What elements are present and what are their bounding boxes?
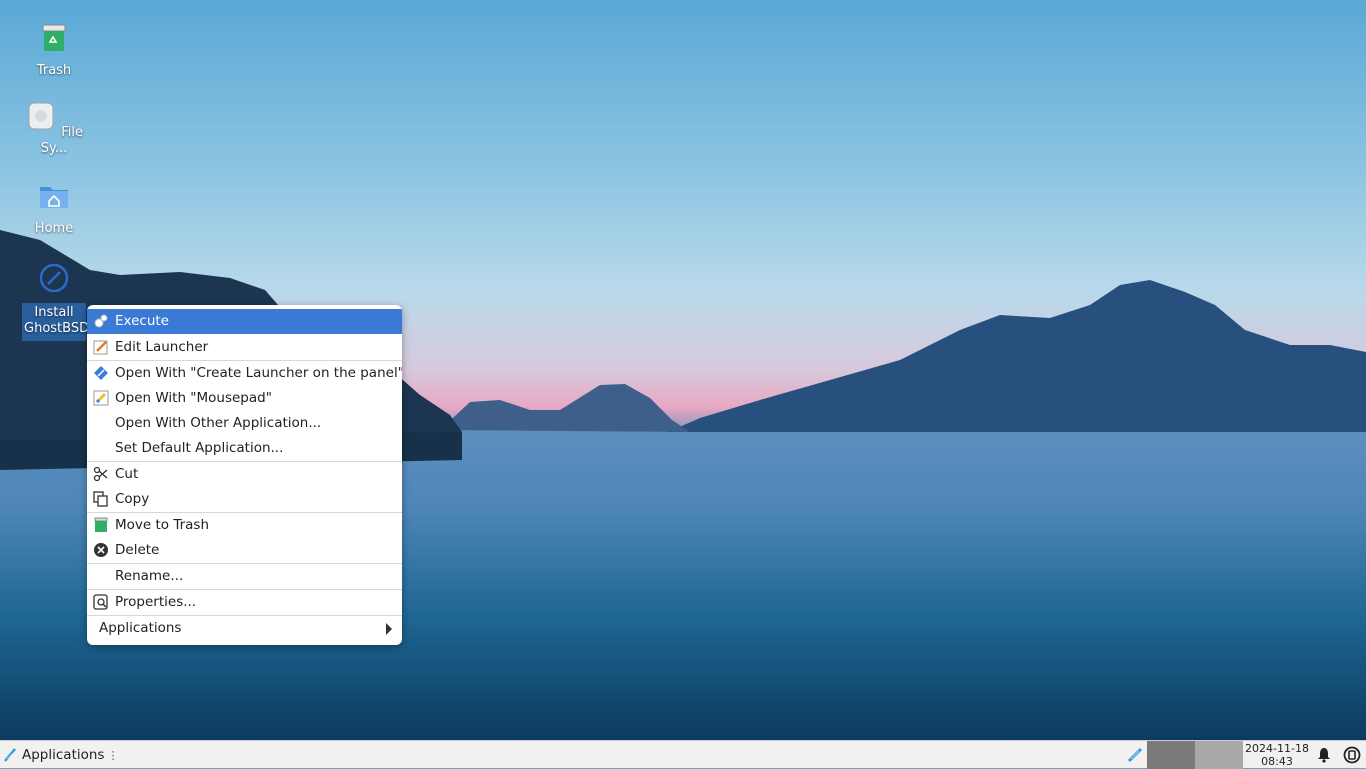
- desktop-icon-label: Install GhostBSD: [22, 303, 89, 341]
- launcher-icon: [94, 366, 108, 380]
- notification-bell-icon[interactable]: [1316, 747, 1332, 763]
- properties-icon: [93, 594, 108, 610]
- clock-date: 2024-11-18: [1245, 742, 1309, 755]
- clock[interactable]: 2024-11-18 08:43: [1244, 742, 1310, 768]
- menu-item-cut[interactable]: Cut: [87, 462, 402, 487]
- menu-item-move-to-trash[interactable]: Move to Trash: [87, 513, 402, 538]
- edit-icon: [93, 340, 108, 355]
- menu-item-properties[interactable]: Properties...: [87, 590, 402, 615]
- home-folder-icon: [40, 187, 68, 208]
- desktop-icon-filesystem[interactable]: File Sy...: [22, 100, 86, 157]
- desktop-icon-home[interactable]: Home: [22, 180, 86, 237]
- scissors-icon: [93, 466, 108, 482]
- session-menu-icon[interactable]: [1343, 746, 1361, 764]
- menu-item-open-with-other[interactable]: Open With Other Application...: [87, 411, 402, 436]
- menu-item-applications-submenu[interactable]: Applications: [87, 616, 402, 641]
- copy-icon: [93, 491, 108, 507]
- applications-menu-label: Applications: [22, 747, 105, 763]
- submenu-arrow-icon: [386, 623, 392, 635]
- menu-handle-icon: ⋮: [107, 748, 119, 762]
- menu-item-open-with-mousepad[interactable]: Open With "Mousepad": [87, 386, 402, 411]
- desktop-icon-label: Home: [34, 221, 74, 236]
- menu-item-delete[interactable]: Delete: [87, 538, 402, 563]
- menu-item-edit-launcher[interactable]: Edit Launcher: [87, 335, 402, 360]
- workspace-1[interactable]: [1147, 741, 1195, 769]
- trash-icon: [94, 517, 108, 532]
- desktop-icon-install-ghostbsd[interactable]: Install GhostBSD: [22, 262, 89, 341]
- menu-item-set-default-application[interactable]: Set Default Application...: [87, 436, 402, 461]
- context-menu: Execute Edit Launcher Open With "Create …: [87, 305, 402, 645]
- trash-icon: [42, 24, 66, 51]
- menu-item-copy[interactable]: Copy: [87, 487, 402, 512]
- workspace-2[interactable]: [1195, 741, 1243, 769]
- gears-icon: [94, 314, 108, 328]
- applications-menu-button[interactable]: Applications ⋮: [2, 744, 118, 766]
- ghostbsd-installer-icon: [39, 263, 69, 293]
- menu-item-execute[interactable]: Execute: [87, 309, 402, 334]
- desktop-icon-label: Trash: [36, 63, 72, 78]
- menu-item-open-with-launcher[interactable]: Open With "Create Launcher on the panel": [87, 361, 402, 386]
- mousepad-icon: [93, 390, 109, 406]
- menu-item-rename[interactable]: Rename...: [87, 564, 402, 589]
- panel-launcher-icon[interactable]: [1126, 746, 1144, 764]
- delete-icon: [94, 543, 108, 557]
- taskbar: Applications ⋮ 2024-11-18 08:43: [0, 740, 1366, 769]
- drive-icon: [28, 102, 54, 130]
- desktop-icon-trash[interactable]: Trash: [22, 22, 86, 79]
- ghostbsd-logo-icon: [4, 748, 16, 762]
- clock-time: 08:43: [1261, 755, 1293, 768]
